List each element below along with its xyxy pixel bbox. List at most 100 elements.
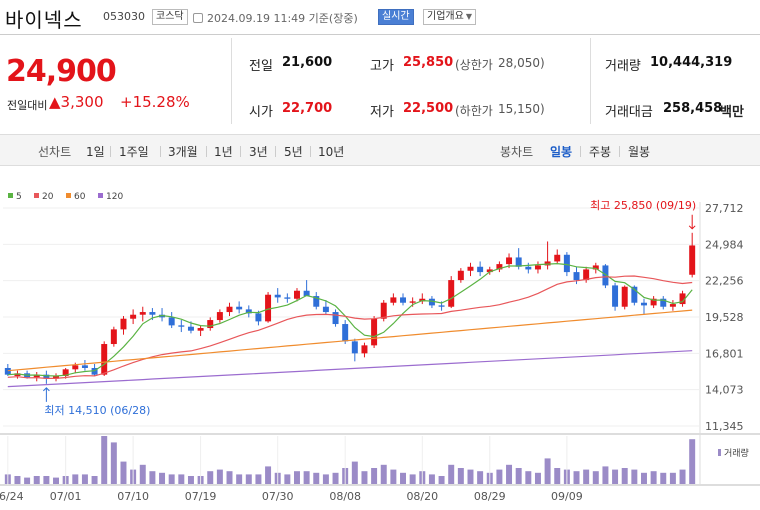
tab-5y[interactable]: 5년 [284, 143, 303, 160]
candle-body [101, 344, 108, 375]
ma-legend-label: 20 [42, 192, 54, 202]
ma-legend-swatch [98, 193, 103, 198]
candle-body [110, 329, 117, 345]
x-tick-label: 07/01 [50, 490, 82, 503]
volume-bar [159, 472, 166, 484]
candle-body [689, 245, 696, 275]
volume-bar [602, 466, 609, 484]
volume-bar [245, 474, 252, 484]
ma20-line [7, 275, 693, 379]
period-bar: 선차트 1일 1주일 3개월 1년 3년 5년 10년 봉차트 일봉 주봉 월봉 [0, 134, 760, 166]
prev-close-value: 21,600 [282, 55, 333, 70]
ma-legend-swatch [66, 193, 71, 198]
volume-bar [322, 474, 329, 484]
volume-bar [506, 464, 513, 484]
timestamp-text: 2024.09.19 11:49 기준(장중) [207, 12, 358, 25]
low-value: 22,500 [403, 101, 454, 116]
tab-monthly[interactable]: 월봉 [628, 143, 650, 160]
y-tick-label: 16,801 [705, 347, 744, 360]
candle-body [534, 265, 541, 270]
up-triangle-icon: ▲ [49, 93, 61, 111]
y-tick-label: 19,528 [705, 311, 744, 324]
high-arrow [688, 214, 696, 230]
candle-body [380, 302, 387, 319]
x-tick-label: 08/08 [329, 490, 361, 503]
x-tick-label: 09/09 [551, 490, 583, 503]
volume-bar [187, 476, 194, 484]
x-tick-label: 07/10 [117, 490, 149, 503]
high-annotation: 최고 25,850 (09/19) [590, 199, 696, 212]
y-tick-label: 22,256 [705, 275, 744, 288]
tab-3m[interactable]: 3개월 [168, 143, 198, 160]
amount-label: 거래대금 [605, 105, 653, 120]
current-price: 24,900 [6, 54, 117, 89]
volume-bar [81, 474, 88, 484]
tab-1w[interactable]: 1주일 [119, 143, 149, 160]
volume-bar [679, 469, 686, 484]
volume-bar [178, 474, 185, 484]
volume-bar [255, 474, 262, 484]
lower-limit-value: 15,150) [498, 102, 545, 116]
ma-legend-label: 120 [106, 192, 123, 202]
volume-bar [110, 442, 117, 484]
tab-3y[interactable]: 3년 [249, 143, 268, 160]
candle-body [438, 305, 445, 307]
candle-body [400, 297, 407, 303]
candle-body [351, 341, 358, 354]
company-overview-dropdown[interactable]: 기업개요 ▼ [423, 9, 476, 25]
candle-body [342, 324, 349, 342]
amount-unit: 백만 [720, 105, 744, 120]
volume-bar [91, 476, 98, 484]
realtime-button[interactable]: 실시간 [378, 9, 414, 25]
y-tick-label: 11,345 [705, 420, 744, 433]
tab-daily[interactable]: 일봉 [550, 143, 572, 160]
candle-body [563, 254, 570, 273]
candle-body [207, 320, 214, 329]
company-overview-label: 기업개요 [427, 11, 464, 22]
low-arrow [43, 387, 50, 402]
candle-body [293, 290, 300, 299]
tab-weekly[interactable]: 주봉 [589, 143, 611, 160]
volume-bar [544, 458, 551, 484]
volume-bar [236, 474, 243, 484]
candle-body [4, 367, 11, 375]
volume-bar [380, 464, 387, 484]
candle-body [284, 297, 291, 299]
candle-body [322, 306, 329, 313]
chevron-down-icon: ▼ [465, 12, 472, 21]
tab-10y[interactable]: 10년 [318, 143, 344, 160]
volume-bar [448, 464, 455, 484]
volume-bar [631, 469, 638, 484]
volume-bar [438, 476, 445, 484]
candle-body [477, 266, 484, 273]
volume-bar [390, 469, 397, 484]
volume-bar [101, 436, 108, 484]
x-tick-label: 07/30 [262, 490, 294, 503]
candle-body [236, 306, 243, 310]
volume-bar [313, 472, 320, 484]
y-tick-label: 24,984 [705, 238, 744, 251]
volume-bar [554, 468, 561, 484]
prev-close-label: 전일 [249, 59, 273, 74]
candle-body [409, 301, 416, 303]
volume-bar [293, 471, 300, 484]
volume-bar [284, 474, 291, 484]
candle-body [467, 266, 474, 271]
tab-1d[interactable]: 1일 [86, 143, 105, 160]
candle-body [139, 312, 146, 315]
volume-bar [226, 471, 233, 484]
candle-body [265, 294, 272, 322]
upper-limit-label: (상한가 [455, 58, 493, 72]
open-label: 시가 [249, 105, 273, 120]
stock-code: 053030 [103, 10, 145, 23]
tab-1y[interactable]: 1년 [214, 143, 233, 160]
volume-bar [612, 469, 619, 484]
y-tick-label: 27,712 [705, 202, 744, 215]
volume-value: 10,444,319 [650, 55, 733, 70]
candle-body [554, 254, 561, 262]
volume-bar [534, 472, 541, 484]
volume-label: 거래량 [605, 59, 641, 74]
candle-body [669, 304, 676, 307]
x-tick-label: 07/19 [185, 490, 217, 503]
calendar-icon [193, 13, 203, 23]
